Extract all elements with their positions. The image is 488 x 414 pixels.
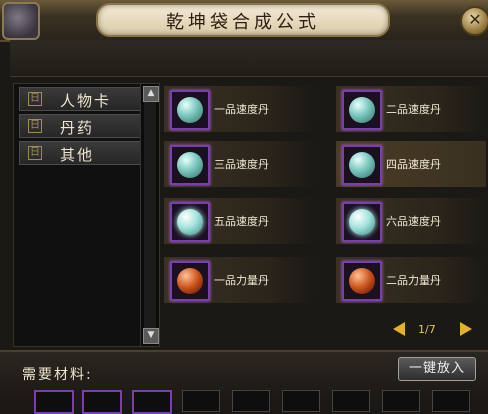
item-slot xyxy=(170,202,210,242)
item-slot xyxy=(342,261,382,301)
recipe-name: 一品速度丹 xyxy=(214,103,269,116)
recipe-name: 三品速度丹 xyxy=(214,158,269,171)
material-slot[interactable] xyxy=(382,390,420,412)
close-icon: ✕ xyxy=(468,10,482,29)
red-pill-icon xyxy=(177,268,203,294)
recipe-name: 六品速度丹 xyxy=(386,215,441,228)
material-slot[interactable] xyxy=(182,390,220,412)
scroll-up-button[interactable]: ▲ xyxy=(143,86,159,102)
recipe-name: 二品速度丹 xyxy=(386,103,441,116)
category-label: 其他 xyxy=(60,146,95,164)
recipe-item[interactable]: 一品力量丹 xyxy=(164,257,314,303)
scroll-down-button[interactable]: ▼ xyxy=(143,328,159,344)
title-plate: 乾坤袋合成公式 xyxy=(96,3,390,37)
collapse-box-icon: 日 xyxy=(28,119,42,133)
recipe-name: 五品速度丹 xyxy=(214,215,269,228)
material-slot[interactable] xyxy=(132,390,172,414)
item-slot xyxy=(342,145,382,185)
collapse-box-icon: 日 xyxy=(28,92,42,106)
next-page-arrow-icon[interactable] xyxy=(460,322,472,336)
recipe-name: 二品力量丹 xyxy=(386,274,441,287)
recipe-item[interactable]: 一品速度丹 xyxy=(164,86,314,132)
teal-pill-icon xyxy=(177,97,203,123)
recipe-name: 一品力量丹 xyxy=(214,274,269,287)
teal-pill-icon xyxy=(349,209,375,235)
category-label: 人物卡 xyxy=(60,92,112,110)
category-item-other[interactable]: 日 其他 xyxy=(19,141,151,165)
required-materials-label: 需要材料: xyxy=(22,367,93,383)
auto-fill-button[interactable]: 一键放入 xyxy=(398,357,476,381)
recipe-item-selected[interactable]: 四品速度丹 xyxy=(336,141,486,187)
title-bar: 乾坤袋合成公式 ✕ xyxy=(0,0,488,42)
category-item-character-card[interactable]: 日 人物卡 xyxy=(19,87,151,111)
scroll-track[interactable] xyxy=(144,102,156,328)
category-scrollbar[interactable]: ▲ ▼ xyxy=(140,84,159,346)
red-pill-icon xyxy=(349,268,375,294)
item-slot xyxy=(170,90,210,130)
close-button[interactable]: ✕ xyxy=(460,6,488,36)
material-slot[interactable] xyxy=(432,390,470,412)
teal-pill-icon xyxy=(349,97,375,123)
teal-pill-icon xyxy=(177,209,203,235)
teal-pill-icon xyxy=(177,152,203,178)
material-slot[interactable] xyxy=(82,390,122,414)
item-slot xyxy=(170,261,210,301)
recipe-item[interactable]: 五品速度丹 xyxy=(164,198,314,244)
material-slot[interactable] xyxy=(332,390,370,412)
item-slot xyxy=(342,202,382,242)
synthesis-window: 乾坤袋合成公式 ✕ 日 人物卡 日 丹药 日 其他 ▲ ▼ 一品速度丹 二品速度… xyxy=(0,0,488,414)
subheader-strip xyxy=(10,40,488,77)
recipe-item[interactable]: 三品速度丹 xyxy=(164,141,314,187)
collapse-box-icon: 日 xyxy=(28,146,42,160)
item-slot xyxy=(170,145,210,185)
material-slot[interactable] xyxy=(282,390,320,412)
material-slot[interactable] xyxy=(232,390,270,412)
recipe-item[interactable]: 二品速度丹 xyxy=(336,86,486,132)
recipe-name: 四品速度丹 xyxy=(386,158,441,171)
page-indicator: 1/7 xyxy=(418,323,436,336)
category-panel: 日 人物卡 日 丹药 日 其他 ▲ ▼ xyxy=(13,83,160,347)
window-title: 乾坤袋合成公式 xyxy=(166,12,320,33)
category-label: 丹药 xyxy=(60,119,95,137)
prev-page-arrow-icon[interactable] xyxy=(393,322,405,336)
teal-pill-icon xyxy=(349,152,375,178)
material-slot[interactable] xyxy=(34,390,74,414)
category-item-elixir[interactable]: 日 丹药 xyxy=(19,114,151,138)
chest-icon xyxy=(2,2,40,40)
recipe-item[interactable]: 六品速度丹 xyxy=(336,198,486,244)
item-slot xyxy=(342,90,382,130)
recipe-item[interactable]: 二品力量丹 xyxy=(336,257,486,303)
